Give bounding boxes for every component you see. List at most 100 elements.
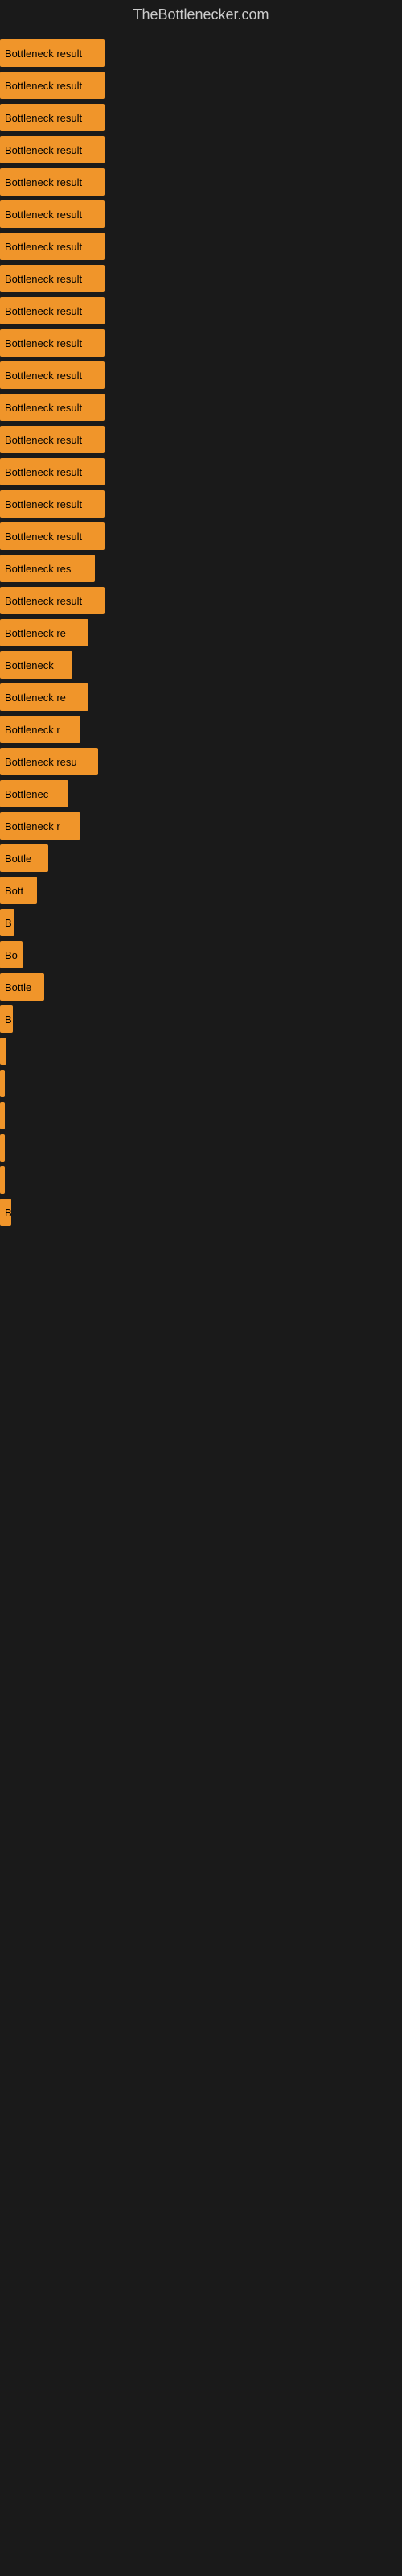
bar-label: Bottleneck result: [5, 402, 82, 414]
bottleneck-bar[interactable]: Bottleneck: [0, 651, 72, 679]
bar-label: Bottleneck result: [5, 241, 82, 253]
bottleneck-bar[interactable]: Bottle: [0, 844, 48, 872]
bar-row: Bottleneck result: [0, 38, 402, 68]
bar-row: Bottleneck result: [0, 231, 402, 262]
bottleneck-bar[interactable]: Bottleneck result: [0, 458, 105, 485]
bottleneck-bar[interactable]: Bottle: [0, 973, 44, 1001]
bar-label: Bottleneck result: [5, 466, 82, 478]
bottleneck-bar[interactable]: Bottleneck result: [0, 297, 105, 324]
bottleneck-bar[interactable]: Bottleneck resu: [0, 748, 98, 775]
bottleneck-bar[interactable]: Bottleneck result: [0, 233, 105, 260]
bar-label: Bottle: [5, 852, 31, 865]
bottleneck-bar[interactable]: B: [0, 909, 14, 936]
bar-row: Bottleneck result: [0, 521, 402, 551]
bottleneck-bar[interactable]: Bottleneck result: [0, 329, 105, 357]
bar-row: Bottleneck result: [0, 199, 402, 229]
bar-row: Bottleneck result: [0, 295, 402, 326]
bar-label: B: [5, 917, 12, 929]
bar-row: Bottle: [0, 972, 402, 1002]
bar-row: [0, 1133, 402, 1163]
bar-label: B: [5, 1207, 11, 1219]
bar-label: Bottleneck resu: [5, 756, 77, 768]
bottleneck-bar[interactable]: Bottleneck r: [0, 812, 80, 840]
bar-label: Bottleneck result: [5, 434, 82, 446]
bar-row: B: [0, 907, 402, 938]
bottleneck-bar[interactable]: Bottleneck result: [0, 490, 105, 518]
bar-row: Bottleneck result: [0, 70, 402, 101]
bottleneck-bar[interactable]: Bott: [0, 877, 37, 904]
bottleneck-bar[interactable]: Bottleneck result: [0, 39, 105, 67]
bottleneck-bar[interactable]: Bottleneck result: [0, 104, 105, 131]
bottleneck-bar[interactable]: Bottleneck result: [0, 426, 105, 453]
bar-label: Bottleneck result: [5, 208, 82, 221]
bar-row: [0, 1165, 402, 1195]
bar-label: Bottleneck result: [5, 595, 82, 607]
bottleneck-bar[interactable]: Bo: [0, 941, 23, 968]
bottleneck-bar[interactable]: Bottleneck result: [0, 522, 105, 550]
bottleneck-bar[interactable]: [0, 1166, 5, 1194]
bar-row: Bottleneck result: [0, 585, 402, 616]
bar-row: Bottleneck result: [0, 392, 402, 423]
bottleneck-bar[interactable]: Bottleneck result: [0, 200, 105, 228]
bar-row: Bottleneck result: [0, 328, 402, 358]
bottleneck-bar[interactable]: Bottleneck re: [0, 619, 88, 646]
bar-label: Bottleneck re: [5, 691, 66, 704]
bar-label: Bott: [5, 885, 23, 897]
bar-row: Bott: [0, 875, 402, 906]
bar-label: Bottleneck result: [5, 144, 82, 156]
bar-label: Bo: [5, 949, 18, 961]
bar-row: Bottleneck result: [0, 263, 402, 294]
bottleneck-bar[interactable]: [0, 1134, 5, 1162]
bar-row: Bottleneck result: [0, 167, 402, 197]
bottleneck-bar[interactable]: Bottleneck result: [0, 361, 105, 389]
bottleneck-bar[interactable]: Bottleneck result: [0, 168, 105, 196]
bar-label: Bottleneck: [5, 659, 54, 671]
bottleneck-bar[interactable]: Bottleneck re: [0, 683, 88, 711]
bar-label: Bottleneck result: [5, 305, 82, 317]
bar-label: Bottleneck result: [5, 369, 82, 382]
bar-label: Bottleneck result: [5, 530, 82, 543]
bar-label: Bottleneck r: [5, 820, 60, 832]
bottleneck-bar[interactable]: Bottleneck result: [0, 394, 105, 421]
bottleneck-bar[interactable]: B: [0, 1005, 13, 1033]
bar-row: Bottleneck result: [0, 360, 402, 390]
bar-label: Bottleneck re: [5, 627, 66, 639]
bar-label: Bottleneck result: [5, 498, 82, 510]
bar-row: Bottleneck re: [0, 682, 402, 712]
site-title: TheBottlenecker.com: [0, 0, 402, 30]
bar-row: Bottleneck result: [0, 102, 402, 133]
bar-label: Bottleneck result: [5, 112, 82, 124]
bottleneck-bar[interactable]: Bottleneck r: [0, 716, 80, 743]
bar-row: Bottleneck result: [0, 424, 402, 455]
bottleneck-bar[interactable]: Bottleneck result: [0, 72, 105, 99]
bottleneck-bar[interactable]: Bottleneck res: [0, 555, 95, 582]
bottleneck-bar[interactable]: [0, 1102, 5, 1129]
bar-row: Bottleneck res: [0, 553, 402, 584]
bar-row: [0, 1100, 402, 1131]
bar-row: [0, 1068, 402, 1099]
bottleneck-bar[interactable]: Bottleneck result: [0, 136, 105, 163]
bar-row: Bottle: [0, 843, 402, 873]
bar-label: Bottleneck r: [5, 724, 60, 736]
bar-row: Bottleneck r: [0, 714, 402, 745]
bottleneck-bar[interactable]: Bottlenec: [0, 780, 68, 807]
bar-row: Bo: [0, 939, 402, 970]
bar-row: Bottleneck resu: [0, 746, 402, 777]
bottleneck-bar[interactable]: [0, 1070, 5, 1097]
bar-row: Bottleneck result: [0, 134, 402, 165]
bar-label: Bottleneck result: [5, 47, 82, 60]
bottleneck-bar[interactable]: Bottleneck result: [0, 265, 105, 292]
bar-row: Bottlenec: [0, 778, 402, 809]
bar-row: [0, 1036, 402, 1067]
bottleneck-bar[interactable]: B: [0, 1199, 11, 1226]
bar-label: Bottlenec: [5, 788, 48, 800]
bar-label: Bottleneck result: [5, 273, 82, 285]
bar-row: B: [0, 1197, 402, 1228]
bar-label: B: [5, 1013, 12, 1026]
bottleneck-bar[interactable]: Bottleneck result: [0, 587, 105, 614]
bar-row: Bottleneck: [0, 650, 402, 680]
bar-label: Bottleneck res: [5, 563, 71, 575]
bar-label: Bottleneck result: [5, 176, 82, 188]
bottleneck-bar[interactable]: [0, 1038, 6, 1065]
bar-row: B: [0, 1004, 402, 1034]
